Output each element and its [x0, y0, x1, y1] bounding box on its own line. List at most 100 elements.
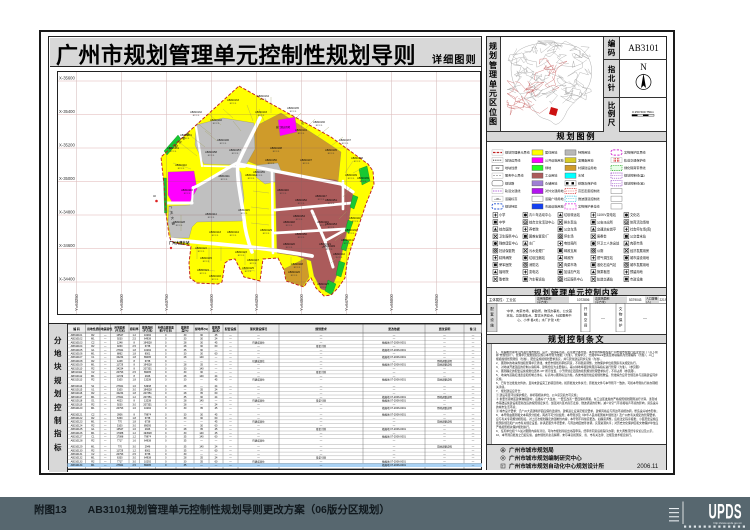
svg-text:—: — [257, 428, 260, 431]
svg-text:—: — [229, 395, 232, 398]
svg-text:—: — [104, 407, 107, 410]
svg-text:AB310122: AB310122 [195, 247, 207, 250]
svg-text:M1: M1 [91, 445, 95, 448]
svg-text:20793: 20793 [116, 453, 124, 456]
svg-text:—: — [320, 413, 323, 416]
svg-text:绿化隔离带界线: 绿化隔离带界线 [624, 165, 646, 170]
svg-text:0: 0 [165, 403, 167, 406]
svg-text:—: — [320, 417, 323, 420]
svg-text:AB310129: AB310129 [260, 229, 272, 232]
svg-text:0: 0 [165, 345, 167, 348]
svg-text:AB310148: AB310148 [291, 263, 303, 266]
svg-text:R2 2.5: R2 2.5 [297, 237, 304, 239]
svg-text:—: — [320, 395, 323, 398]
svg-text:45: 45 [215, 420, 218, 423]
svg-text:R2 2.5: R2 2.5 [351, 221, 358, 223]
svg-text:Y=63500: Y=63500 [118, 293, 123, 311]
svg-text:R2 2.5: R2 2.5 [169, 151, 176, 153]
svg-text:AB310156: AB310156 [265, 159, 277, 162]
svg-text:0: 0 [165, 453, 167, 456]
svg-text:2.5: 2.5 [132, 345, 136, 348]
svg-text:广州市城市规划自动化中心规划设计所: 广州市城市规划自动化中心规划设计所 [509, 462, 605, 470]
svg-text:140: 140 [199, 445, 204, 448]
svg-text:—: — [257, 403, 260, 406]
svg-text:27841: 27841 [116, 395, 124, 398]
svg-text:参见引则: 参见引则 [316, 344, 327, 348]
svg-text:福利院: 福利院 [499, 269, 509, 274]
svg-text:UPDS: UPDS [708, 499, 742, 523]
svg-text:28: 28 [184, 356, 187, 359]
svg-text:—: — [229, 384, 232, 387]
svg-text:89095: 89095 [144, 371, 152, 374]
svg-text:—: — [472, 374, 475, 377]
svg-text:—: — [320, 424, 323, 427]
svg-text:30: 30 [184, 367, 187, 370]
svg-text:6738: 6738 [145, 420, 151, 423]
svg-text:2006.11: 2006.11 [637, 464, 659, 470]
svg-text:0: 0 [165, 445, 167, 448]
svg-text:—: — [229, 341, 232, 344]
svg-text:30: 30 [200, 345, 203, 348]
svg-text:—: — [472, 384, 475, 387]
svg-text:N: N [640, 62, 647, 72]
svg-text:0: 0 [165, 439, 167, 442]
svg-text:24: 24 [215, 395, 218, 398]
svg-text:89095: 89095 [144, 424, 152, 427]
svg-text:R2 2.5: R2 2.5 [317, 199, 324, 201]
svg-text:⠿⠿: ⠿⠿ [613, 157, 620, 162]
svg-text:—: — [320, 407, 323, 410]
svg-text:—: — [104, 352, 107, 355]
svg-text:—: — [257, 356, 260, 359]
svg-text:(平方米): (平方米) [537, 299, 548, 304]
svg-text:已建成居住: 已建成居住 [252, 438, 265, 442]
svg-text:广州大道北站: 广州大道北站 [169, 240, 190, 245]
svg-text:—: — [472, 417, 475, 420]
svg-text:—: — [443, 417, 446, 420]
svg-text:—: — [472, 359, 475, 362]
svg-text:—: — [320, 388, 323, 391]
svg-text:—: — [320, 348, 323, 351]
svg-text:水域: 水域 [578, 172, 584, 177]
svg-text:30: 30 [200, 395, 203, 398]
svg-text:R2: R2 [91, 460, 95, 463]
svg-text:M1: M1 [91, 431, 95, 434]
svg-text:—: — [257, 424, 260, 427]
svg-text:0: 0 [165, 428, 167, 431]
svg-text:—: — [443, 388, 446, 391]
svg-text:—: — [184, 420, 187, 423]
svg-text:城市建设用地: 城市建设用地 [630, 254, 650, 259]
svg-text:保: 保 [619, 317, 623, 322]
svg-text:X-35600: X-35600 [59, 75, 76, 80]
svg-text:—: — [200, 449, 203, 452]
svg-text:0: 0 [165, 424, 167, 427]
svg-text:积(平方米): 积(平方米) [160, 328, 173, 332]
svg-text:市政设施: 市政设施 [630, 276, 644, 281]
svg-text:M1: M1 [91, 337, 95, 340]
svg-text:AB310134: AB310134 [71, 464, 83, 467]
svg-text:X-34400: X-34400 [59, 276, 76, 281]
svg-text:—: — [393, 420, 396, 423]
svg-text:穗规地 07-2006-0001: 穗规地 07-2006-0001 [382, 427, 406, 431]
svg-text:规划要求: 规划要求 [315, 326, 327, 331]
svg-text:20793: 20793 [116, 371, 124, 374]
svg-text:R2 2.5: R2 2.5 [175, 225, 182, 227]
svg-text:28: 28 [184, 403, 187, 406]
svg-text:公共设施用地: 公共设施用地 [545, 157, 564, 162]
svg-text:—: — [472, 420, 475, 423]
svg-text:—: — [229, 367, 232, 370]
svg-text:AB310150: AB310150 [295, 233, 307, 236]
svg-text:79874: 79874 [144, 435, 152, 438]
svg-text:C1: C1 [91, 356, 95, 359]
svg-text:30: 30 [200, 417, 203, 420]
svg-text:AB310108: AB310108 [270, 147, 282, 150]
svg-text:64938: 64938 [144, 439, 152, 442]
svg-text:2.5: 2.5 [132, 371, 136, 374]
svg-text:穗规地 07-2006-0001: 穗规地 07-2006-0001 [382, 459, 406, 463]
svg-text:5100: 5100 [117, 378, 123, 381]
svg-text:—: — [601, 315, 605, 320]
svg-text:10292: 10292 [144, 460, 152, 463]
svg-text:27841: 27841 [116, 348, 124, 351]
svg-text:工业用地: 工业用地 [545, 172, 557, 177]
svg-text:穗规地 07-2006-0001: 穗规地 07-2006-0001 [382, 340, 406, 344]
svg-text:—: — [257, 435, 260, 438]
